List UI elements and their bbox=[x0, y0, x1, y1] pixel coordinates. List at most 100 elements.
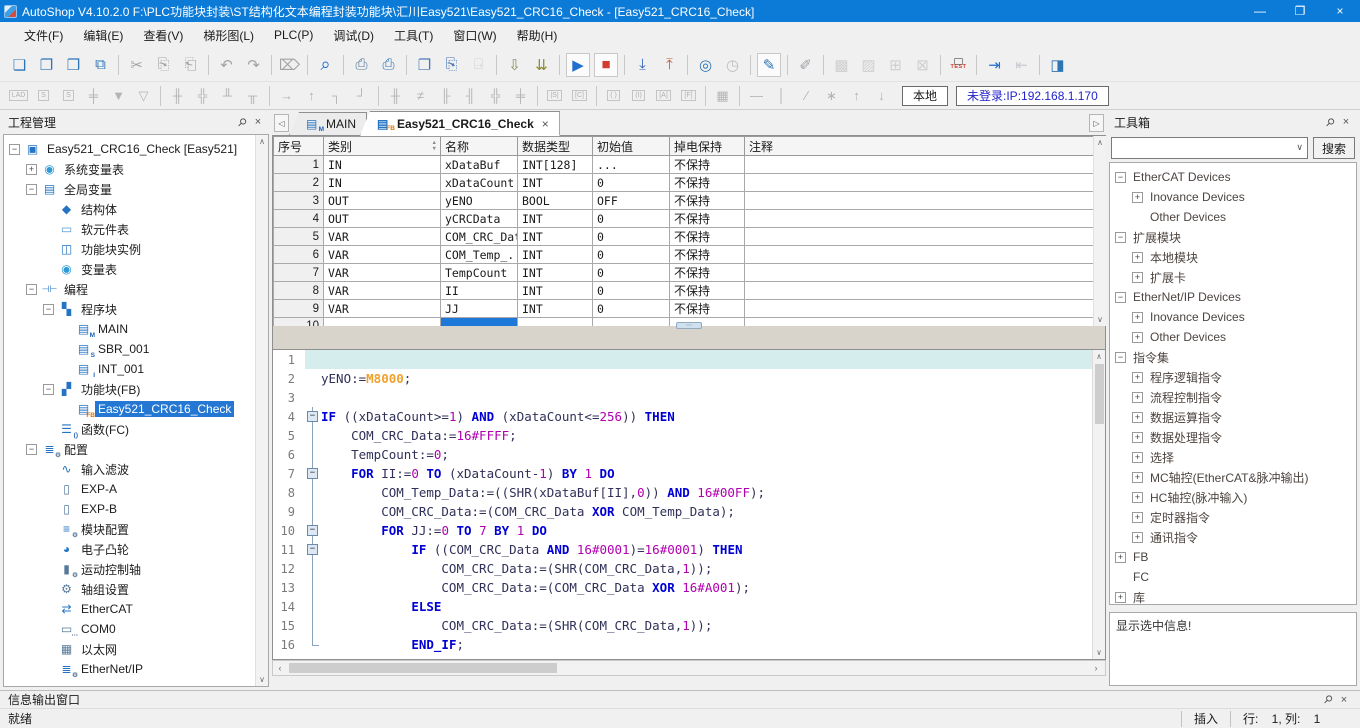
table-cell[interactable]: 6 bbox=[274, 246, 324, 264]
table-cell[interactable]: 0 bbox=[593, 210, 670, 228]
fold-collapse-icon[interactable]: − bbox=[307, 468, 318, 479]
table-cell[interactable]: 7 bbox=[274, 264, 324, 282]
st-box-icon[interactable]: S bbox=[56, 85, 81, 107]
code-line-body[interactable]: COM_CRC_Data:=(COM_CRC_Data XOR COM_Temp… bbox=[305, 502, 1105, 521]
menu-item[interactable]: PLC(P) bbox=[264, 25, 323, 45]
code-line-body[interactable]: yENO:=M8000; bbox=[305, 369, 1105, 388]
code-line[interactable]: 7− FOR II:=0 TO (xDataCount-1) BY 1 DO bbox=[273, 464, 1105, 483]
simulate-edit-icon[interactable]: ✎ bbox=[757, 53, 781, 77]
undo-icon[interactable]: ↶ bbox=[213, 52, 240, 78]
tree-item[interactable]: −▤全局变量 bbox=[4, 179, 268, 199]
code-line-body[interactable]: ELSE bbox=[305, 597, 1105, 616]
window-export-icon[interactable]: ⎘ bbox=[438, 52, 465, 78]
code-line-body[interactable]: COM_Temp_Data:=((SHR(xDataBuf[II],0)) AN… bbox=[305, 483, 1105, 502]
rail-icon[interactable]: ╪ bbox=[81, 85, 106, 107]
code-line-body[interactable]: − IF ((COM_CRC_Data AND 16#0001)=16#0001… bbox=[305, 540, 1105, 559]
table-cell[interactable]: 0 bbox=[593, 300, 670, 318]
expand-expander-icon[interactable]: + bbox=[1132, 252, 1143, 263]
tree-item[interactable]: −≣⚙配置 bbox=[4, 439, 268, 459]
tree-item[interactable]: ▯EXP-B bbox=[4, 499, 268, 519]
expand-expander-icon[interactable]: + bbox=[1132, 272, 1143, 283]
code-text[interactable]: COM_CRC_Data:=(SHR(COM_CRC_Data,1)); bbox=[321, 616, 712, 635]
align-insert-icon[interactable]: ⊞ bbox=[882, 52, 909, 78]
table-cell[interactable]: OUT bbox=[324, 192, 441, 210]
table-cell[interactable]: 不保持 bbox=[670, 282, 745, 300]
tree-item[interactable]: +程序逻辑指令 bbox=[1110, 367, 1356, 387]
align-remove-icon[interactable]: ⊠ bbox=[909, 52, 936, 78]
tree-item[interactable]: +通讯指令 bbox=[1110, 527, 1356, 547]
tab-easy521_crc16_check[interactable]: ▤FBEasy521_CRC16_Check× bbox=[360, 111, 560, 136]
table-cell[interactable]: 0 bbox=[593, 174, 670, 192]
close-button[interactable]: × bbox=[1320, 0, 1360, 22]
scroll-up-icon[interactable]: ∧ bbox=[1097, 138, 1103, 147]
monitor-icon[interactable]: ◎ bbox=[692, 52, 719, 78]
table-cell[interactable]: VAR bbox=[324, 264, 441, 282]
tree-item[interactable]: ▤IINT_001 bbox=[4, 359, 268, 379]
collapse-expander-icon[interactable]: − bbox=[26, 184, 37, 195]
tree-item[interactable]: +FB bbox=[1110, 547, 1356, 567]
tab-scroll-right-icon[interactable]: ▷ bbox=[1089, 114, 1104, 132]
scroll-down-icon[interactable]: ∨ bbox=[1093, 648, 1105, 657]
copy-icon[interactable]: ⎘ bbox=[150, 52, 177, 78]
column-header-类别[interactable]: 类别▲▼ bbox=[324, 137, 441, 156]
tree-item[interactable]: ▤FBEasy521_CRC16_Check bbox=[4, 399, 268, 419]
table-cell[interactable]: 不保持 bbox=[670, 192, 745, 210]
code-line-body[interactable]: COM_CRC_Data:=(SHR(COM_CRC_Data,1)); bbox=[305, 559, 1105, 578]
table-cell[interactable]: JJ bbox=[441, 300, 518, 318]
table-cell[interactable]: IN bbox=[324, 156, 441, 174]
code-text[interactable]: TempCount:=0; bbox=[321, 445, 449, 464]
login-status-button[interactable]: 未登录:IP:192.168.1.170 bbox=[956, 86, 1109, 106]
tree-item[interactable]: −EtherCAT Devices bbox=[1110, 167, 1356, 187]
tree-item[interactable]: ▭⋯COM0 bbox=[4, 619, 268, 639]
code-line-body[interactable]: − FOR JJ:=0 TO 7 BY 1 DO bbox=[305, 521, 1105, 540]
expand-expander-icon[interactable]: + bbox=[1132, 412, 1143, 423]
code-line[interactable]: 10− FOR JJ:=0 TO 7 BY 1 DO bbox=[273, 521, 1105, 540]
expand-expander-icon[interactable]: + bbox=[1132, 492, 1143, 503]
scroll-down-icon[interactable]: ∨ bbox=[1097, 315, 1103, 324]
delete-icon[interactable]: ⌦ bbox=[276, 52, 303, 78]
tab-close-icon[interactable]: × bbox=[542, 117, 549, 131]
tree-item[interactable]: Other Devices bbox=[1110, 207, 1356, 227]
table-cell[interactable]: II bbox=[441, 282, 518, 300]
table-cell[interactable]: 2 bbox=[274, 174, 324, 192]
collapse-expander-icon[interactable]: − bbox=[43, 384, 54, 395]
del-line-icon[interactable]: ∕ bbox=[794, 85, 819, 107]
parallel-nc-icon[interactable]: ≠ bbox=[408, 85, 433, 107]
corner-up-icon[interactable]: ┘ bbox=[349, 85, 374, 107]
compare-fall-icon[interactable]: ╪ bbox=[508, 85, 533, 107]
menu-item[interactable]: 调试(D) bbox=[323, 24, 384, 47]
table-cell[interactable] bbox=[745, 246, 1094, 264]
code-text[interactable]: END_IF; bbox=[321, 635, 464, 654]
tree-item[interactable]: +Other Devices bbox=[1110, 327, 1356, 347]
column-header-掉电保持[interactable]: 掉电保持 bbox=[670, 137, 745, 156]
tree-item[interactable]: ≡⚙模块配置 bbox=[4, 519, 268, 539]
scroll-down-icon[interactable]: ∨ bbox=[259, 675, 265, 684]
table-cell[interactable]: xDataBuf bbox=[441, 156, 518, 174]
table-cell[interactable] bbox=[745, 174, 1094, 192]
table-cell[interactable]: 3 bbox=[274, 192, 324, 210]
hline-icon[interactable]: — bbox=[744, 85, 769, 107]
func-block-icon[interactable]: [F] bbox=[676, 85, 701, 107]
table-cell[interactable]: 4 bbox=[274, 210, 324, 228]
st-code-editor[interactable]: ∧ ∨ 12yENO:=M8000;34−IF ((xDataCount>=1)… bbox=[272, 350, 1106, 660]
table-cell[interactable] bbox=[745, 300, 1094, 318]
tab-scroll-left-icon[interactable]: ◁ bbox=[274, 114, 289, 132]
table-cell[interactable]: 0 bbox=[593, 228, 670, 246]
table-cell[interactable] bbox=[745, 192, 1094, 210]
new-file-icon[interactable]: ❏ bbox=[6, 52, 33, 78]
tree-item[interactable]: ▤MMAIN bbox=[4, 319, 268, 339]
insert-row-icon[interactable]: ▼ bbox=[106, 85, 131, 107]
collapse-expander-icon[interactable]: − bbox=[43, 304, 54, 315]
lad-mode-icon[interactable]: LAD bbox=[6, 85, 31, 107]
scrollbar-thumb[interactable] bbox=[289, 663, 557, 673]
table-cell[interactable]: 不保持 bbox=[670, 300, 745, 318]
search-icon[interactable]: ⌕ bbox=[312, 52, 339, 78]
expand-expander-icon[interactable]: + bbox=[1132, 312, 1143, 323]
table-cell[interactable]: TempCount bbox=[441, 264, 518, 282]
scroll-up-icon[interactable]: ∧ bbox=[259, 137, 265, 146]
print-preview-icon[interactable]: ⎙ bbox=[348, 52, 375, 78]
chevron-down-icon[interactable]: ∨ bbox=[1296, 142, 1303, 153]
table-cell[interactable]: COM_CRC_Data bbox=[441, 228, 518, 246]
column-header-数据类型[interactable]: 数据类型 bbox=[518, 137, 593, 156]
usb-test-icon[interactable]: TEST bbox=[945, 52, 972, 78]
